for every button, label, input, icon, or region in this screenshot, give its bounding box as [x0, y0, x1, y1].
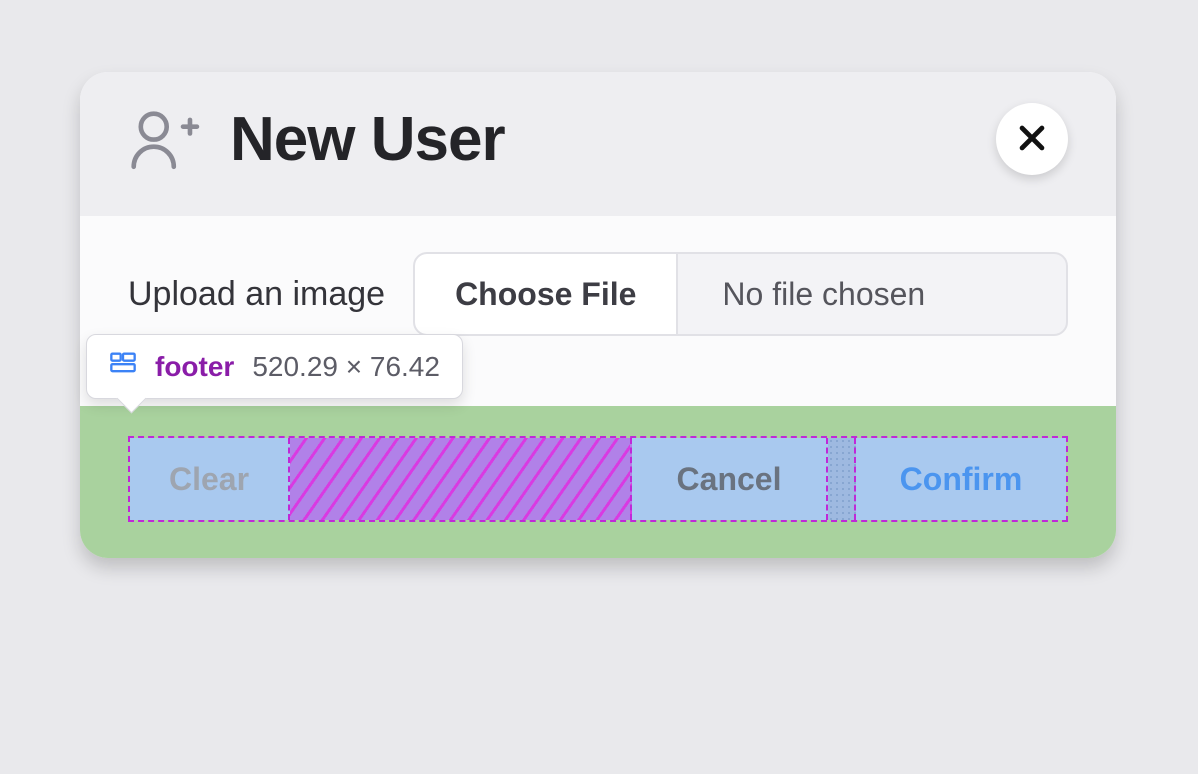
file-status-text: No file chosen	[678, 254, 1066, 334]
new-user-dialog: New User Upload an image Choose File No …	[80, 72, 1116, 558]
confirm-button[interactable]: Confirm	[856, 438, 1066, 520]
flex-icon	[109, 349, 137, 384]
devtools-element-name: footer	[155, 351, 234, 383]
upload-row: Upload an image Choose File No file chos…	[128, 252, 1068, 336]
margin-region	[828, 438, 856, 520]
flex-gap-region	[290, 438, 632, 520]
clear-button[interactable]: Clear	[130, 438, 290, 520]
user-plus-icon	[126, 102, 200, 176]
choose-file-button[interactable]: Choose File	[415, 254, 678, 334]
dialog-footer: footer 520.29 × 76.42 Clear Cancel Confi…	[80, 406, 1116, 558]
cancel-button-label: Cancel	[677, 461, 782, 498]
upload-label: Upload an image	[128, 275, 385, 314]
close-icon	[1015, 121, 1049, 158]
close-button[interactable]	[996, 103, 1068, 175]
confirm-button-label: Confirm	[900, 461, 1023, 498]
dialog-header: New User	[80, 72, 1116, 216]
devtools-dimensions: 520.29 × 76.42	[252, 351, 440, 383]
dialog-title: New User	[230, 104, 505, 175]
devtools-tooltip: footer 520.29 × 76.42	[86, 334, 463, 399]
footer-flex-overlay: Clear Cancel Confirm	[128, 436, 1068, 522]
clear-button-label: Clear	[169, 461, 249, 498]
cancel-button[interactable]: Cancel	[632, 438, 828, 520]
dialog-header-left: New User	[126, 102, 505, 176]
file-input[interactable]: Choose File No file chosen	[413, 252, 1068, 336]
